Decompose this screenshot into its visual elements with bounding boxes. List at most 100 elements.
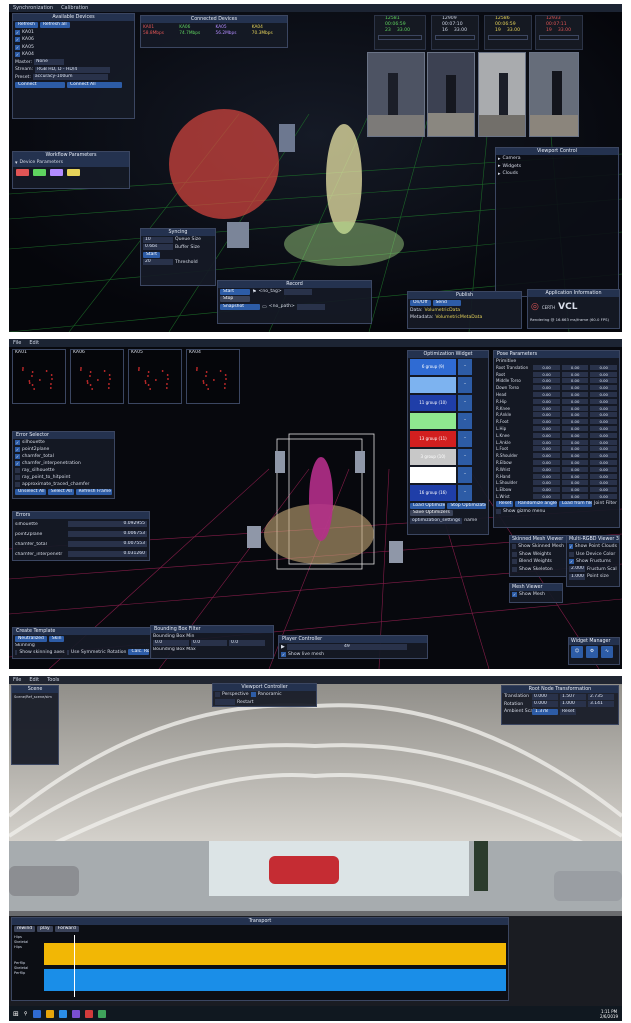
pose-value-c[interactable]: 0.00 <box>590 432 617 438</box>
multi-option[interactable]: Use Device Color <box>567 551 619 559</box>
error-item[interactable]: ray_silhouette <box>13 467 114 474</box>
person-icon[interactable]: ☺ <box>571 646 583 658</box>
optimization-group[interactable]: 11 group (10) – <box>408 394 488 412</box>
pose-value-a[interactable]: 0.00 <box>533 487 560 493</box>
reset-button[interactable]: Reset <box>496 500 513 507</box>
group-color-button[interactable] <box>410 467 456 483</box>
error-item[interactable]: ✓ chamfer_total <box>13 453 114 460</box>
camera-thumbnail[interactable]: KA04 <box>186 349 240 404</box>
tree-arrow-icon[interactable]: ▸ <box>498 171 501 177</box>
optimization-group[interactable]: – <box>408 412 488 430</box>
multi-checkbox[interactable] <box>569 551 574 557</box>
stop-optimization-button[interactable]: Stop Optimization <box>447 502 486 509</box>
pose-value-b[interactable]: 0.00 <box>561 364 589 370</box>
device-checkbox[interactable]: ✓ <box>15 29 20 35</box>
threshold-input[interactable]: 20 <box>143 259 173 266</box>
device-parameters-header[interactable]: Device Parameters <box>20 160 63 165</box>
menu-item-tools[interactable]: Tools <box>47 676 59 684</box>
pose-value-c[interactable]: 0.00 <box>590 378 617 384</box>
menu-item-edit[interactable]: Edit <box>29 339 39 347</box>
optimization-group[interactable]: 16 group (16) – <box>408 484 488 502</box>
device-color-chip[interactable] <box>16 168 29 176</box>
play-button[interactable]: play <box>37 925 53 932</box>
error-item[interactable]: ray_point_to_hitpoint <box>13 474 114 481</box>
pose-value-a[interactable]: 0.00 <box>533 419 560 425</box>
connected-device[interactable]: KA04 70.3Mbps <box>252 25 285 37</box>
camera-thumbnail[interactable]: KA06 <box>70 349 124 404</box>
error-checkbox[interactable] <box>15 475 20 480</box>
bbox-min-y[interactable]: 0.0 <box>191 639 227 646</box>
translation-y[interactable]: 1.507 <box>560 693 586 700</box>
group-color-button[interactable]: 11 group (10) <box>410 395 456 411</box>
point-size-input[interactable]: 1.000 <box>569 573 585 580</box>
optimization-group[interactable]: 13 group (11) – <box>408 430 488 448</box>
multi-checkbox[interactable]: ✓ <box>569 544 573 550</box>
browser-icon[interactable] <box>58 1009 67 1018</box>
pose-value-b[interactable]: 0.00 <box>561 480 589 486</box>
rewind-button[interactable]: rewind <box>14 925 36 932</box>
use-symmetric-checkbox[interactable] <box>66 649 69 655</box>
stream-select[interactable]: RGB HD, D - HD/4 <box>35 66 111 73</box>
show-gizmo-checkbox[interactable] <box>496 508 501 514</box>
pose-value-b[interactable]: 0.00 <box>561 412 589 418</box>
wave-icon[interactable]: ∿ <box>601 646 613 658</box>
multi-option[interactable]: ✓ Show Frustums <box>567 558 619 566</box>
preset-select[interactable]: accuracy-100um <box>32 74 108 81</box>
error-checkbox[interactable] <box>15 482 20 487</box>
load-optimizers-button[interactable]: Load Optimizers <box>410 502 446 509</box>
pose-value-a[interactable]: 0.00 <box>533 466 560 472</box>
connect-button[interactable]: Connect <box>15 81 65 88</box>
pose-value-a[interactable]: 0.00 <box>533 364 560 370</box>
skinned-checkbox[interactable] <box>512 544 517 550</box>
reset-transform-button[interactable]: Reset <box>560 708 576 715</box>
pose-value-c[interactable]: 0.00 <box>590 439 617 445</box>
error-checkbox[interactable]: ✓ <box>15 454 20 459</box>
group-remove-button[interactable]: – <box>458 449 472 465</box>
group-color-button[interactable] <box>410 377 456 393</box>
pose-value-c[interactable]: 0.00 <box>590 392 617 398</box>
optimization-group[interactable]: – <box>408 376 488 394</box>
rotation-x[interactable]: 0.000 <box>532 701 558 708</box>
pose-value-c[interactable]: 0.00 <box>590 412 617 418</box>
windows-start-icon[interactable]: ⊞ <box>13 1010 19 1017</box>
search-icon[interactable]: ⚲ <box>24 1011 28 1017</box>
frustum-scale-input[interactable]: 2.000 <box>569 566 585 573</box>
pose-value-b[interactable]: 0.00 <box>561 385 589 391</box>
pose-value-b[interactable]: 0.00 <box>561 432 589 438</box>
group-remove-button[interactable]: – <box>458 377 472 393</box>
perspective-radio[interactable] <box>215 692 220 698</box>
pose-value-b[interactable]: 0.00 <box>561 473 589 479</box>
pose-value-a[interactable]: 0.00 <box>533 432 560 438</box>
connected-device[interactable]: KA05 56.2Mbps <box>216 25 249 37</box>
group-color-button[interactable]: 13 group (11) <box>410 431 456 447</box>
connected-device[interactable]: KA01 58.8Mbps <box>143 25 176 37</box>
pose-value-a[interactable]: 0.00 <box>533 494 560 500</box>
optimization-group[interactable]: – <box>408 466 488 484</box>
pose-value-b[interactable]: 0.00 <box>561 371 589 377</box>
tree-arrow-icon[interactable]: ▸ <box>498 163 501 169</box>
master-select[interactable]: None <box>34 59 65 66</box>
multi-checkbox[interactable]: ✓ <box>569 559 574 565</box>
calc-rotation-button[interactable]: Calc. Rotation <box>128 649 150 656</box>
neutralized-button[interactable]: Neutralized <box>15 635 47 642</box>
pose-value-c[interactable]: 0.00 <box>590 487 617 493</box>
pose-value-a[interactable]: 0.00 <box>533 460 560 466</box>
pose-value-c[interactable]: 0.00 <box>590 398 617 404</box>
group-color-button[interactable] <box>410 413 456 429</box>
pose-value-b[interactable]: 0.00 <box>561 419 589 425</box>
menu-item-synchronization[interactable]: Synchronization <box>13 4 53 12</box>
frame-slider[interactable]: 49 <box>286 643 407 650</box>
pose-value-a[interactable]: 0.00 <box>533 480 560 486</box>
device-color-chip[interactable] <box>33 168 46 176</box>
ambient-scaling-value[interactable]: 1.378 <box>532 708 558 715</box>
pose-value-b[interactable]: 0.00 <box>561 446 589 452</box>
publish-send-button[interactable]: Send <box>432 299 461 306</box>
error-checkbox[interactable]: ✓ <box>15 461 20 466</box>
select-all-button[interactable]: Select All <box>47 488 74 495</box>
pose-value-c[interactable]: 0.00 <box>590 405 617 411</box>
pose-value-a[interactable]: 0.00 <box>533 385 560 391</box>
buffer-size-input[interactable]: 0.6bs <box>143 244 173 251</box>
sync-start-button[interactable]: Start <box>143 251 160 258</box>
skinned-checkbox[interactable] <box>512 559 517 565</box>
optimization-settings-input[interactable]: optimization_settings <box>410 517 463 524</box>
